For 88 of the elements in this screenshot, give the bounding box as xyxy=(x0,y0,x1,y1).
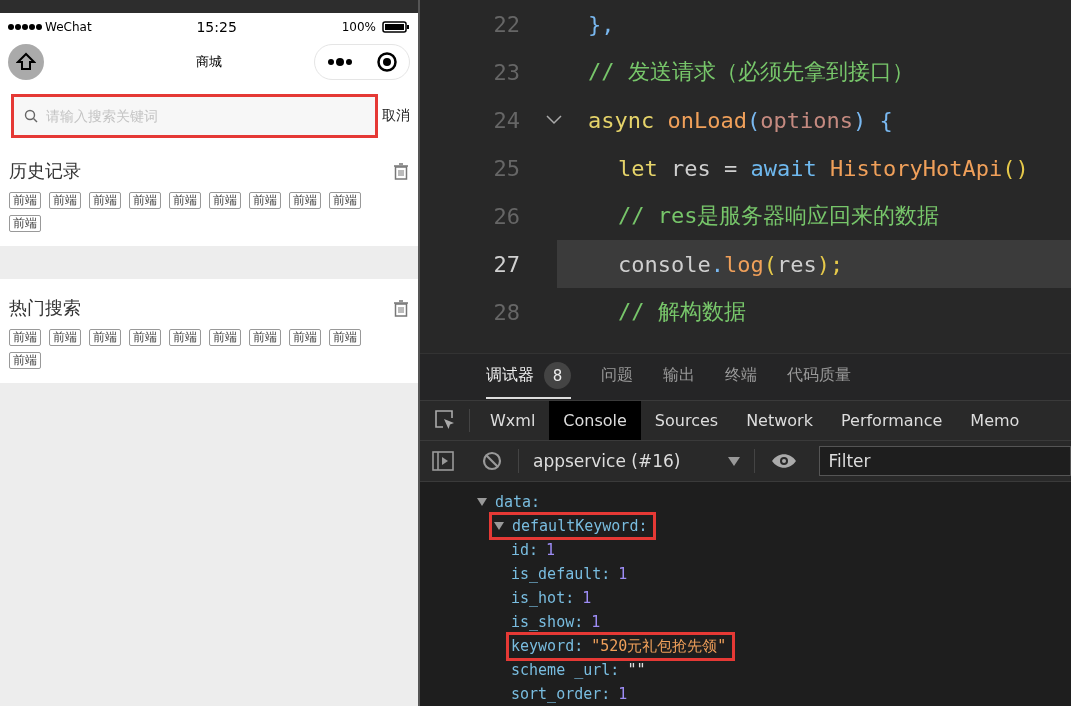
battery-icon xyxy=(382,20,410,33)
search-icon xyxy=(24,109,38,123)
devtools-tab[interactable]: Network xyxy=(732,400,827,441)
code-line: console.log(res); xyxy=(617,251,844,277)
page-title: 商城 xyxy=(196,53,222,71)
line-number: 26 xyxy=(492,203,520,229)
code-line: }, xyxy=(588,11,615,37)
more-icon[interactable] xyxy=(327,58,352,66)
code-line: // 发送请求（必须先拿到接口） xyxy=(588,58,914,86)
block-icon xyxy=(482,451,502,472)
sidebar-icon xyxy=(432,451,454,472)
clock-time: 15:25 xyxy=(196,18,237,35)
code-line: async onLoad(options) { xyxy=(588,107,893,133)
section-title: 热门搜索 xyxy=(9,296,81,320)
search-tag[interactable]: 前端 xyxy=(9,215,41,232)
property-value: 1 xyxy=(546,541,556,559)
panel-tab[interactable]: 终端 xyxy=(725,357,757,397)
carrier-label: WeChat xyxy=(45,19,92,34)
devtools-tab[interactable]: Console xyxy=(549,400,641,441)
code-line: // res是服务器响应回来的数据 xyxy=(617,202,940,230)
devtools-tab[interactable]: Sources xyxy=(640,400,733,441)
section-title: 历史记录 xyxy=(9,159,81,183)
context-dropdown[interactable]: appservice (#16) xyxy=(518,449,756,474)
property-key: is_show: xyxy=(511,613,584,631)
filter-field[interactable]: Filter xyxy=(819,446,1071,477)
panel-tab[interactable]: 输出 xyxy=(663,357,695,397)
battery-percent: 100% xyxy=(341,19,376,34)
line-number: 23 xyxy=(492,59,520,85)
search-tag[interactable]: 前端 xyxy=(9,192,41,209)
search-tag[interactable]: 前端 xyxy=(209,192,241,209)
property-value: "" xyxy=(627,661,646,679)
close-icon[interactable] xyxy=(376,52,397,72)
search-tag[interactable]: 前端 xyxy=(329,329,361,346)
code-line: let res = await HistoryHotApi() xyxy=(617,155,1029,181)
search-tag[interactable]: 前端 xyxy=(49,192,81,209)
search-tag[interactable]: 前端 xyxy=(289,329,321,346)
line-number: 25 xyxy=(492,155,520,181)
search-tag[interactable]: 前端 xyxy=(89,192,121,209)
search-tag[interactable]: 前端 xyxy=(89,329,121,346)
signal-icon xyxy=(8,23,42,30)
search-tag[interactable]: 前端 xyxy=(169,329,201,346)
search-tag[interactable]: 前端 xyxy=(129,192,161,209)
search-tag[interactable]: 前端 xyxy=(9,329,41,346)
property-key: keyword: xyxy=(511,637,584,655)
line-number: 27 xyxy=(492,251,520,277)
line-number: 28 xyxy=(492,299,520,325)
property-key: id: xyxy=(511,541,539,559)
property-key: is_default: xyxy=(511,565,611,583)
search-tag[interactable]: 前端 xyxy=(329,192,361,209)
property-key: scheme _url: xyxy=(511,661,620,679)
line-number: 24 xyxy=(492,107,520,133)
property-value: 1 xyxy=(618,685,628,703)
devtools-tab[interactable]: Performance xyxy=(826,400,957,441)
trash-icon[interactable] xyxy=(393,299,409,317)
line-number: 22 xyxy=(492,11,520,37)
cursor-icon xyxy=(433,409,456,432)
code-line: // 解构数据 xyxy=(617,298,746,326)
search-tag[interactable]: 前端 xyxy=(169,192,201,209)
property-value: 1 xyxy=(582,589,592,607)
capsule-menu[interactable] xyxy=(314,44,410,80)
panel-tab[interactable]: 代码质量 xyxy=(787,357,851,397)
expand-triangle-icon[interactable] xyxy=(494,522,504,530)
search-tag[interactable]: 前端 xyxy=(129,329,161,346)
trash-icon[interactable] xyxy=(393,162,409,180)
home-icon xyxy=(16,52,36,72)
property-value: 1 xyxy=(618,565,628,583)
expand-triangle-icon[interactable] xyxy=(477,498,487,506)
devtools-tab[interactable]: Wxml xyxy=(476,400,550,441)
devtools-tab[interactable]: Memo xyxy=(956,400,1034,441)
eye-icon xyxy=(771,453,798,470)
property-key: data: xyxy=(495,493,541,511)
caret-icon xyxy=(728,456,741,466)
cancel-button[interactable]: 取消 xyxy=(382,107,410,125)
search-tag[interactable]: 前端 xyxy=(49,329,81,346)
property-value: 1 xyxy=(591,613,601,631)
search-tag[interactable]: 前端 xyxy=(9,352,41,369)
search-tag[interactable]: 前端 xyxy=(249,192,281,209)
property-key: defaultKeyword: xyxy=(512,517,648,535)
search-tag[interactable]: 前端 xyxy=(289,192,321,209)
property-value: "520元礼包抢先领" xyxy=(591,636,727,656)
search-tag[interactable]: 前端 xyxy=(249,329,281,346)
fold-chevron-icon[interactable] xyxy=(546,115,562,125)
property-key: sort_order: xyxy=(511,685,611,703)
property-key: is_hot: xyxy=(511,589,575,607)
panel-tab[interactable]: 问题 xyxy=(601,357,633,397)
home-button[interactable] xyxy=(8,44,44,80)
search-tag[interactable]: 前端 xyxy=(209,329,241,346)
count-badge: 8 xyxy=(544,362,571,390)
